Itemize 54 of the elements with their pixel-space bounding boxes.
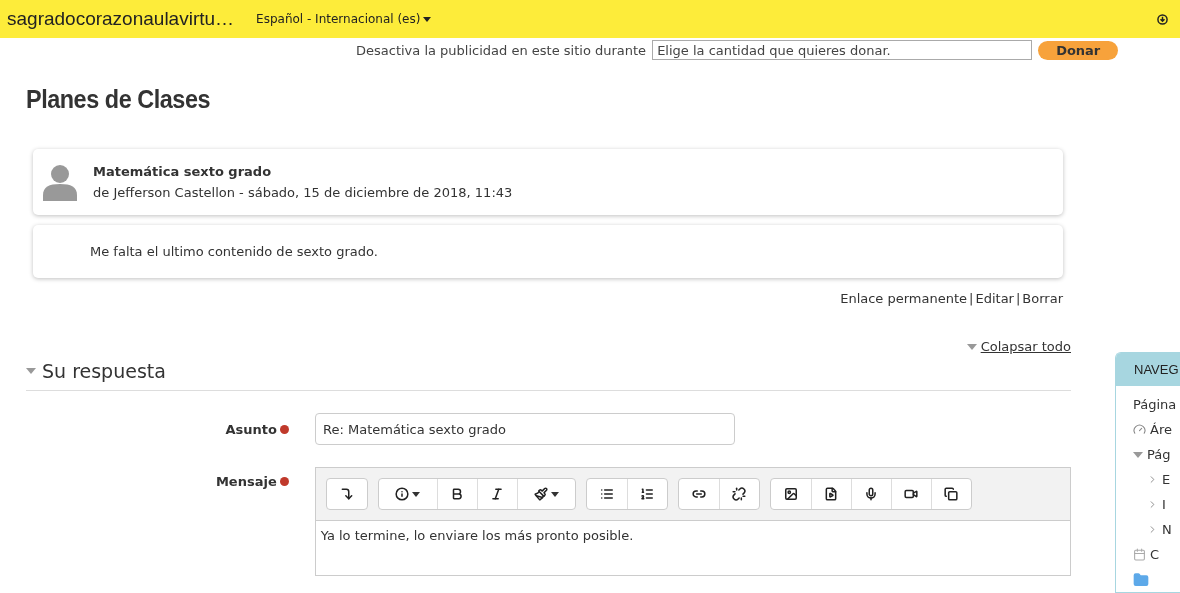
nav-item[interactable]: Página — [1133, 397, 1177, 412]
link-separator: | — [969, 291, 974, 306]
calendar-icon — [1133, 548, 1146, 561]
field-label: Mensaje — [26, 467, 289, 489]
nav-item[interactable]: Áre — [1150, 422, 1172, 437]
nav-item[interactable]: N — [1162, 522, 1172, 537]
collapse-icon — [339, 487, 354, 501]
message-editor[interactable]: Ya lo termine, lo enviare los más pronto posible. — [314, 467, 1071, 576]
post-subject: Matemática sexto grado — [93, 164, 273, 179]
link-separator: | — [1015, 291, 1021, 306]
mic-icon — [864, 487, 879, 501]
dashboard-icon — [1133, 423, 1146, 436]
subject-field[interactable]: Re: Matemática sexto grado — [315, 413, 735, 445]
brush-icon — [533, 487, 548, 501]
nav-item[interactable]: Pág — [1147, 447, 1171, 462]
download-icon[interactable] — [1157, 13, 1168, 25]
site-name[interactable]: sagradocorazonaulavirtu… — [7, 8, 235, 30]
italic-icon — [490, 487, 505, 501]
caret-icon — [550, 491, 559, 497]
section-heading[interactable]: Su respuesta — [42, 360, 166, 382]
triangle-icon — [966, 343, 977, 350]
unlink-icon — [732, 487, 747, 501]
expand-triangle-icon — [1133, 451, 1143, 458]
bullets-icon — [599, 487, 614, 501]
video-icon — [904, 487, 919, 501]
message-text: Ya lo termine, lo enviare los más pronto posible. — [319, 527, 635, 545]
post-message: Me falta el ultimo contenido de sexto grado. — [90, 244, 378, 259]
page-title: Planes de Clases — [26, 84, 211, 115]
expand-triangle-icon — [26, 368, 36, 374]
donation-select[interactable]: Elige la cantidad que quieres donar. — [652, 40, 1033, 60]
avatar-icon — [41, 163, 79, 201]
caret-icon — [423, 16, 432, 22]
post-link[interactable]: Editar — [975, 291, 1014, 306]
image-icon — [783, 487, 798, 501]
caret-icon — [412, 491, 421, 497]
ad-text: Desactiva la publicidad en este sitio durante — [356, 42, 647, 58]
nav-item[interactable]: C — [1150, 547, 1160, 562]
nav-item[interactable]: E — [1162, 472, 1171, 487]
language-menu[interactable]: Español - Internacional (es) — [256, 12, 432, 26]
bold-icon — [450, 487, 465, 501]
info-icon — [395, 487, 410, 501]
navigation-title: NAVEG — [1116, 353, 1180, 386]
link-icon — [691, 487, 706, 501]
numbers-icon — [640, 487, 655, 501]
copy-icon — [944, 487, 959, 501]
folder-icon — [1133, 571, 1149, 588]
nav-item[interactable]: I — [1162, 497, 1166, 512]
media-icon — [824, 487, 839, 501]
post-byline: de Jefferson Castellon - sábado, 15 de diciembre de 2018, 11:43 — [93, 185, 513, 200]
donate-button[interactable]: Donar — [1038, 40, 1119, 60]
collapse-all-link[interactable]: Colapsar todo — [966, 339, 1071, 354]
field-label: Asunto — [26, 413, 289, 437]
post-link[interactable]: Enlace permanente — [840, 291, 968, 306]
post-link[interactable]: Borrar — [1022, 291, 1063, 306]
